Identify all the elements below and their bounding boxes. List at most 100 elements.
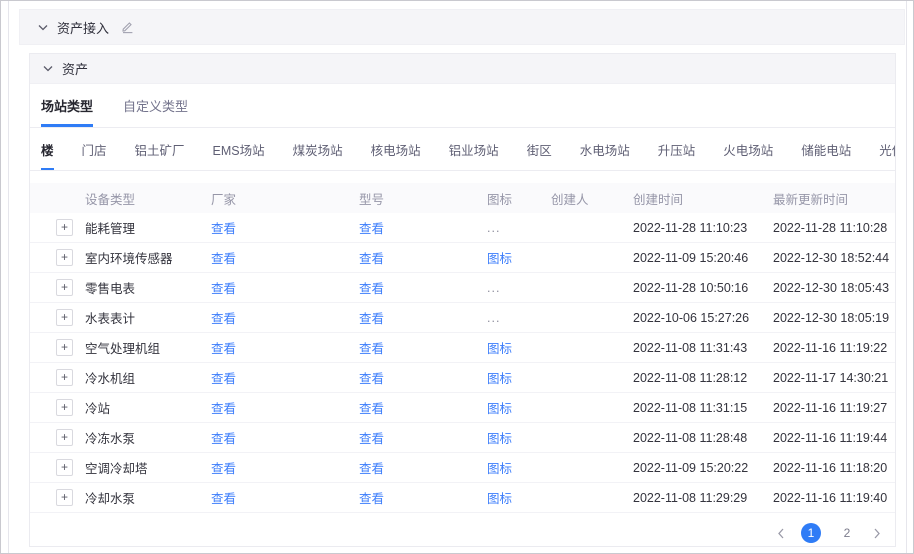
tab-custom-type[interactable]: 自定义类型 (123, 96, 188, 127)
station-tab[interactable]: 核电场站 (371, 140, 421, 170)
station-tab[interactable]: 铝业场站 (449, 140, 499, 170)
chevron-right-icon[interactable] (873, 528, 881, 539)
device-type-cell: 空气处理机组 (85, 338, 211, 357)
created-time-cell: 2022-10-06 15:27:26 (633, 311, 773, 325)
updated-time-cell: 2022-12-30 18:52:44 (773, 251, 895, 265)
asset-panel-title: 资产 (62, 59, 88, 78)
station-tab[interactable]: 煤炭场站 (293, 140, 343, 170)
icon-cell: 图标 (487, 488, 551, 507)
asset-access-panel-header[interactable]: 资产接入 (19, 9, 905, 45)
vendor-view-link[interactable]: 查看 (211, 312, 236, 326)
model-view-link[interactable]: 查看 (359, 222, 384, 236)
icon-view-link[interactable]: 图标 (487, 402, 512, 416)
expand-row-button plus-icon[interactable]: + (56, 399, 73, 416)
expand-row-button plus-icon[interactable]: + (56, 459, 73, 476)
model-view-link[interactable]: 查看 (359, 492, 384, 506)
right-divider (906, 1, 907, 553)
col-creator: 创建人 (551, 189, 633, 208)
table-row: + 冷站 查看 查看 图标 2022-11-08 11:31:15 2022-1… (30, 393, 895, 423)
vendor-view-link[interactable]: 查看 (211, 402, 236, 416)
station-tab[interactable]: 铝土矿厂 (135, 140, 185, 170)
table-row: + 冷水机组 查看 查看 图标 2022-11-08 11:28:12 2022… (30, 363, 895, 393)
table-row: + 能耗管理 查看 查看 ... 2022-11-28 11:10:23 202… (30, 213, 895, 243)
station-tab[interactable]: 火电场站 (723, 140, 773, 170)
table-header-row: 设备类型 厂家 型号 图标 创建人 创建时间 最新更新时间 (30, 183, 895, 213)
table-body: + 能耗管理 查看 查看 ... 2022-11-28 11:10:23 202… (30, 213, 895, 513)
device-type-cell: 空调冷却塔 (85, 458, 211, 477)
table-row: + 冷却水泵 查看 查看 图标 2022-11-08 11:29:29 2022… (30, 483, 895, 513)
page-number-2[interactable]: 2 (837, 523, 857, 543)
model-view-link[interactable]: 查看 (359, 462, 384, 476)
updated-time-cell: 2022-11-16 11:19:44 (773, 431, 895, 445)
station-tab[interactable]: 储能电站 (801, 140, 851, 170)
asset-panel-body: 场站类型 自定义类型 楼门店铝土矿厂 EMS场站煤炭场站核电场站铝业场站街区水电场… (30, 84, 895, 546)
updated-time-cell: 2022-12-30 18:05:19 (773, 311, 895, 325)
type-tabs: 场站类型 自定义类型 (30, 84, 895, 128)
icon-cell: 图标 (487, 398, 551, 417)
vendor-view-link[interactable]: 查看 (211, 432, 236, 446)
vendor-view-link[interactable]: 查看 (211, 222, 236, 236)
icon-cell: 图标 (487, 338, 551, 357)
model-view-link[interactable]: 查看 (359, 402, 384, 416)
chevron-down-icon (38, 24, 48, 31)
icon-view-link[interactable]: 图标 (487, 372, 512, 386)
tab-station-type[interactable]: 场站类型 (41, 96, 93, 127)
page-number-1[interactable]: 1 (801, 523, 821, 543)
expand-row-button plus-icon[interactable]: + (56, 219, 73, 236)
model-view-link[interactable]: 查看 (359, 312, 384, 326)
model-view-link[interactable]: 查看 (359, 282, 384, 296)
station-tab[interactable]: EMS场站 (213, 140, 265, 170)
model-view-link[interactable]: 查看 (359, 372, 384, 386)
station-tab[interactable]: 门店 (82, 140, 107, 170)
expand-row-button plus-icon[interactable]: + (56, 249, 73, 266)
vendor-view-link[interactable]: 查看 (211, 462, 236, 476)
expand-row-button plus-icon[interactable]: + (56, 489, 73, 506)
icon-view-link[interactable]: 图标 (487, 252, 512, 266)
asset-panel-header[interactable]: 资产 (30, 54, 895, 84)
vendor-view-link[interactable]: 查看 (211, 342, 236, 356)
chevron-left-icon[interactable] (777, 528, 785, 539)
expand-row-button plus-icon[interactable]: + (56, 279, 73, 296)
device-type-cell: 冷冻水泵 (85, 428, 211, 447)
vendor-view-link[interactable]: 查看 (211, 492, 236, 506)
updated-time-cell: 2022-11-16 11:18:20 (773, 461, 895, 475)
col-updated-time: 最新更新时间 (773, 189, 895, 208)
station-tab[interactable]: 光伏场站 (879, 140, 895, 170)
vendor-view-link[interactable]: 查看 (211, 372, 236, 386)
icon-view-link[interactable]: 图标 (487, 492, 512, 506)
station-tab[interactable]: 楼 (41, 140, 54, 170)
station-tab[interactable]: 街区 (527, 140, 552, 170)
station-tab[interactable]: 升压站 (658, 140, 696, 170)
asset-access-panel: 资产接入 资产 场站类型 自定义类型 楼门店铝土矿厂 EMS场站煤炭场站核电场站铝… (19, 9, 905, 547)
vendor-view-link[interactable]: 查看 (211, 252, 236, 266)
created-time-cell: 2022-11-08 11:31:43 (633, 341, 773, 355)
icon-cell: 图标 (487, 428, 551, 447)
updated-time-cell: 2022-11-16 11:19:22 (773, 341, 895, 355)
model-view-link[interactable]: 查看 (359, 342, 384, 356)
col-created-time: 创建时间 (633, 189, 773, 208)
station-tab[interactable]: 水电场站 (580, 140, 630, 170)
created-time-cell: 2022-11-08 11:31:15 (633, 401, 773, 415)
expand-row-button plus-icon[interactable]: + (56, 429, 73, 446)
pagination: 12 (30, 513, 895, 543)
expand-row-button plus-icon[interactable]: + (56, 339, 73, 356)
expand-row-button plus-icon[interactable]: + (56, 369, 73, 386)
col-device-type: 设备类型 (85, 189, 211, 208)
vendor-view-link[interactable]: 查看 (211, 282, 236, 296)
icon-view-link[interactable]: 图标 (487, 342, 512, 356)
icon-cell: 图标 (487, 368, 551, 387)
icon-view-link[interactable]: 图标 (487, 462, 512, 476)
asset-panel: 资产 场站类型 自定义类型 楼门店铝土矿厂 EMS场站煤炭场站核电场站铝业场站街区… (29, 53, 896, 547)
icon-view-link[interactable]: 图标 (487, 432, 512, 446)
created-time-cell: 2022-11-08 11:28:48 (633, 431, 773, 445)
device-type-cell: 冷水机组 (85, 368, 211, 387)
model-view-link[interactable]: 查看 (359, 432, 384, 446)
col-vendor: 厂家 (211, 189, 359, 208)
created-time-cell: 2022-11-09 15:20:46 (633, 251, 773, 265)
table-row: + 空调冷却塔 查看 查看 图标 2022-11-09 15:20:22 202… (30, 453, 895, 483)
expand-row-button plus-icon[interactable]: + (56, 309, 73, 326)
table-row: + 冷冻水泵 查看 查看 图标 2022-11-08 11:28:48 2022… (30, 423, 895, 453)
model-view-link[interactable]: 查看 (359, 252, 384, 266)
pencil-icon[interactable] (120, 20, 134, 34)
device-type-cell: 零售电表 (85, 278, 211, 297)
